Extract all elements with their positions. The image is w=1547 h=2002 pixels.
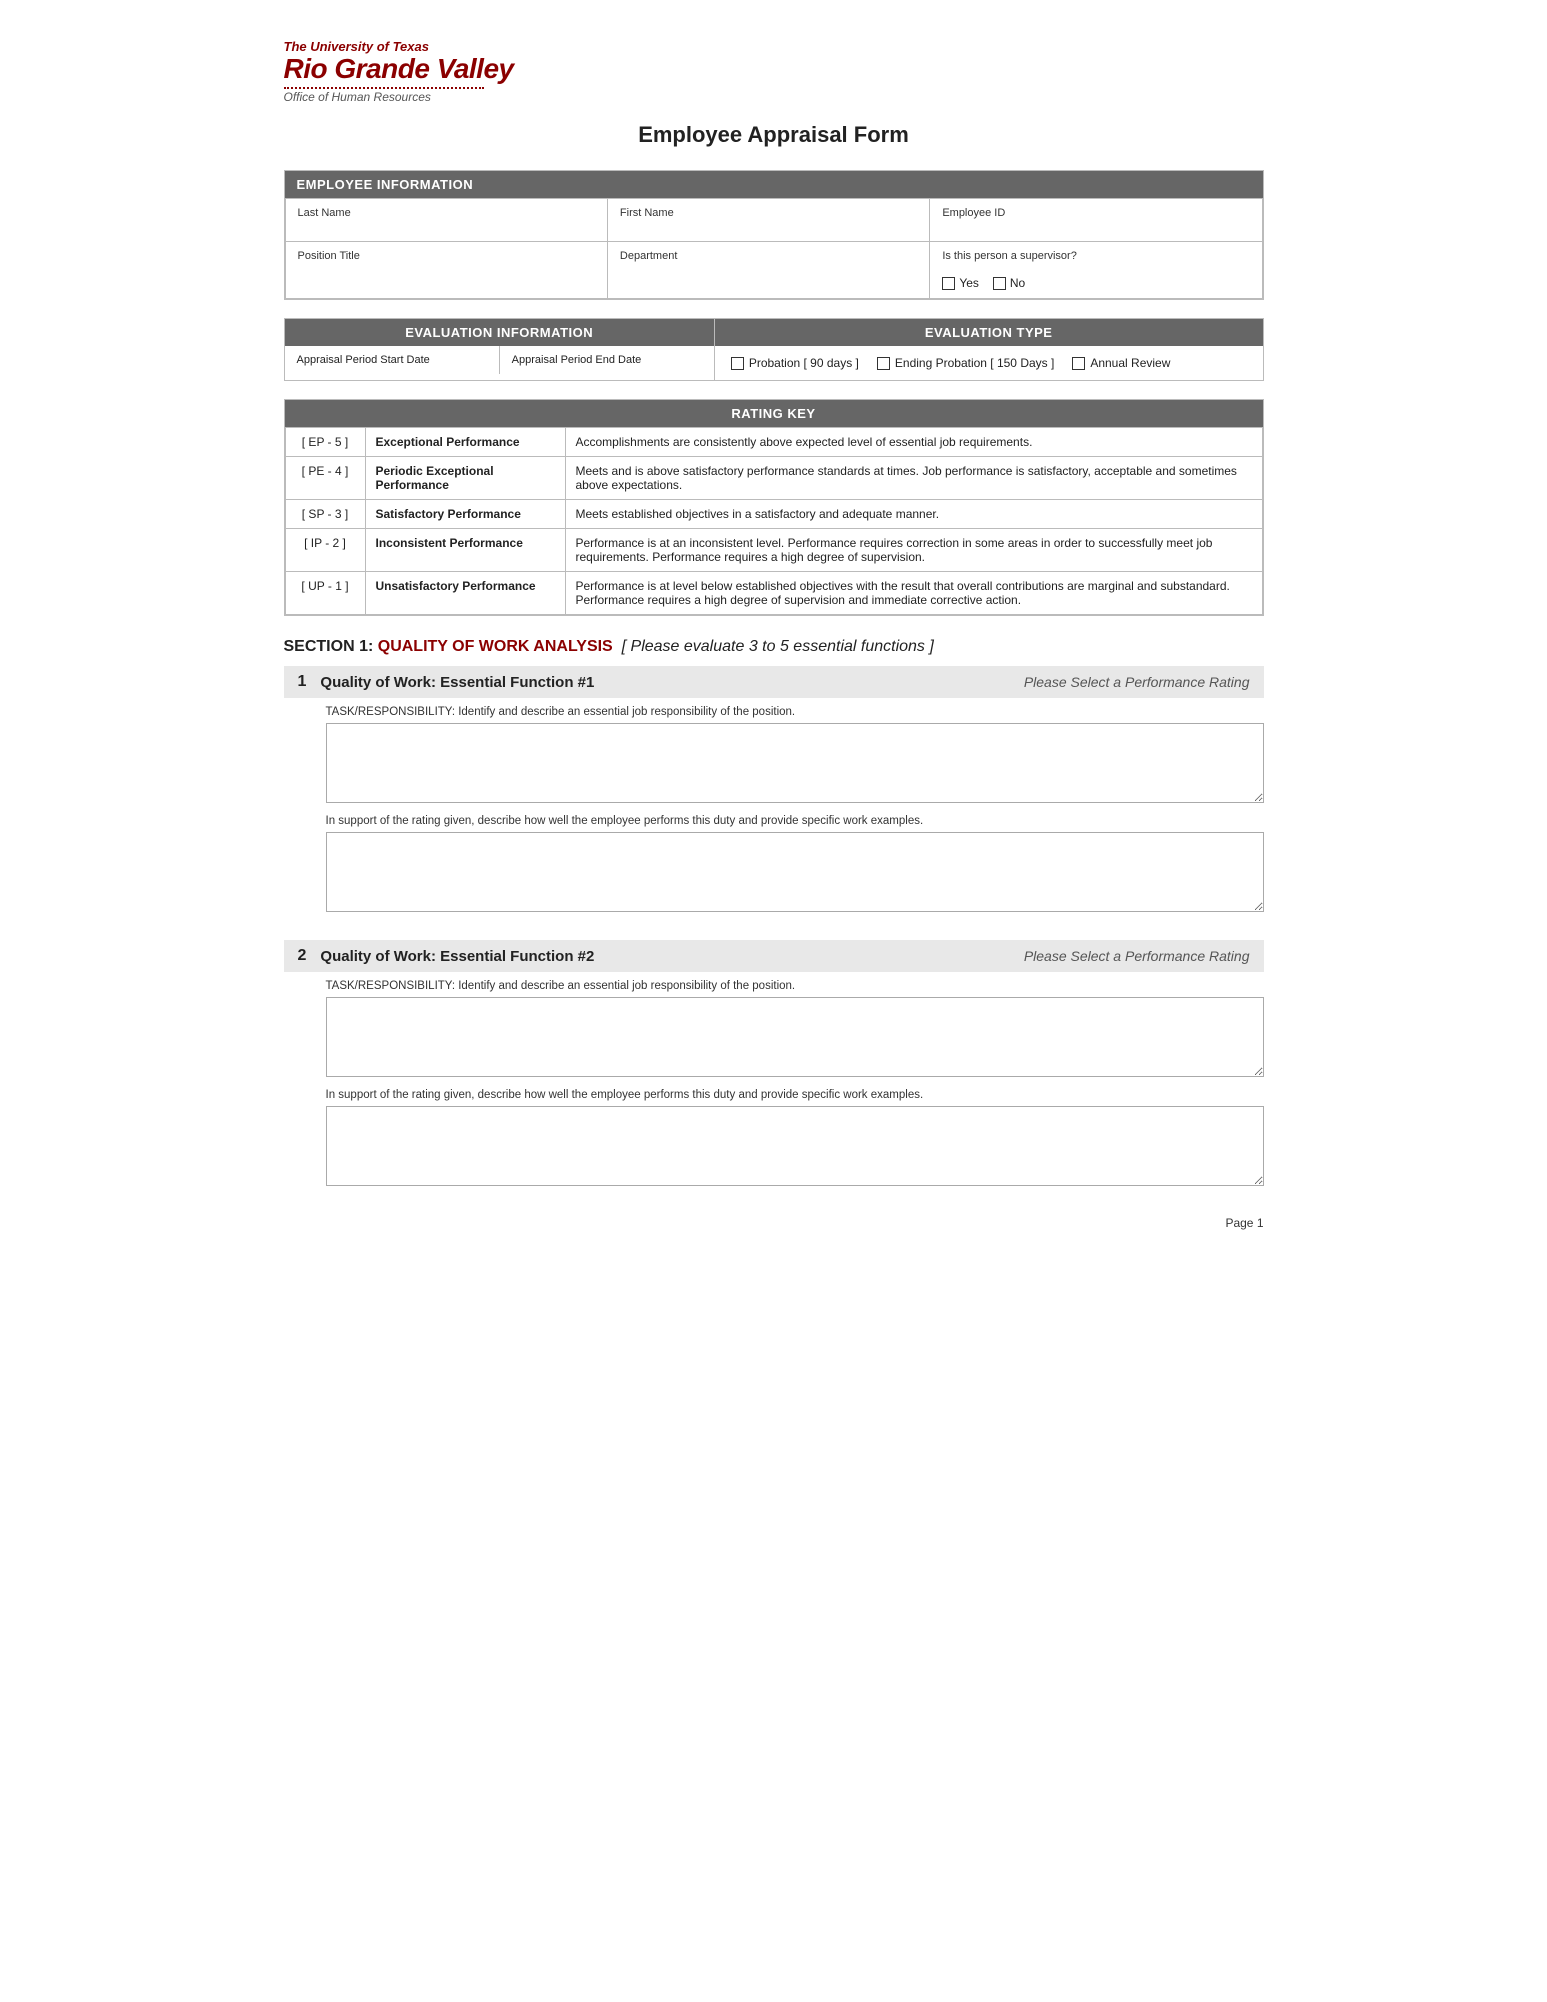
probation-checkbox[interactable] xyxy=(731,357,744,370)
eval-type-probation[interactable]: Probation [ 90 days ] xyxy=(731,356,859,370)
task-label-2: TASK/RESPONSIBILITY: Identify and descri… xyxy=(326,980,1264,992)
function-block-1: 1 Quality of Work: Essential Function #1… xyxy=(284,666,1264,912)
no-label: No xyxy=(1010,276,1025,290)
rating-description: Meets and is above satisfactory performa… xyxy=(565,457,1262,500)
appraisal-start-cell: Appraisal Period Start Date xyxy=(285,346,500,374)
appraisal-end-label: Appraisal Period End Date xyxy=(512,354,642,366)
function-title-group: 1 Quality of Work: Essential Function #1 xyxy=(298,673,595,691)
eval-type-body: Probation [ 90 days ] Ending Probation [… xyxy=(715,346,1263,380)
employee-id-cell: Employee ID xyxy=(930,199,1262,242)
function-block-2: 2 Quality of Work: Essential Function #2… xyxy=(284,940,1264,1186)
eval-type-annual[interactable]: Annual Review xyxy=(1072,356,1170,370)
rating-row: [ EP - 5 ] Exceptional Performance Accom… xyxy=(285,428,1262,457)
section1-number: SECTION 1 xyxy=(284,638,368,655)
function-header-2: 2 Quality of Work: Essential Function #2… xyxy=(284,940,1264,972)
eval-type-header: EVALUATION TYPE xyxy=(715,319,1263,346)
page-title: Employee Appraisal Form xyxy=(284,122,1264,148)
rating-name: Unsatisfactory Performance xyxy=(365,572,565,615)
rating-code: [ PE - 4 ] xyxy=(285,457,365,500)
rating-description: Meets established objectives in a satisf… xyxy=(565,500,1262,529)
logo-divider xyxy=(284,87,484,89)
supervisor-checkboxes: Yes No xyxy=(942,276,1249,290)
evaluation-section: EVALUATION INFORMATION Appraisal Period … xyxy=(284,318,1264,381)
function-number-2: 2 xyxy=(298,947,307,965)
annual-review-checkbox[interactable] xyxy=(1072,357,1085,370)
employee-info-row1: Last Name First Name Employee ID xyxy=(285,199,1262,242)
function-rating-placeholder-1[interactable]: Please Select a Performance Rating xyxy=(1024,674,1250,690)
support-label-2: In support of the rating given, describe… xyxy=(326,1089,1264,1101)
rating-code: [ UP - 1 ] xyxy=(285,572,365,615)
employee-id-label: Employee ID xyxy=(942,207,1249,219)
rating-row: [ UP - 1 ] Unsatisfactory Performance Pe… xyxy=(285,572,1262,615)
department-cell: Department xyxy=(607,242,929,299)
function-title-1: Quality of Work: Essential Function #1 xyxy=(320,674,594,691)
function-number-1: 1 xyxy=(298,673,307,691)
section1-instruction: [ Please evaluate 3 to 5 essential funct… xyxy=(622,638,934,655)
evaluation-info-left: EVALUATION INFORMATION Appraisal Period … xyxy=(285,319,715,380)
logo: The University of Texas Rio Grande Valle… xyxy=(284,40,1264,104)
ending-probation-checkbox[interactable] xyxy=(877,357,890,370)
page-number: Page 1 xyxy=(284,1216,1264,1230)
logo-line2: Rio Grande Valley xyxy=(284,54,1264,85)
rating-name: Inconsistent Performance xyxy=(365,529,565,572)
appraisal-start-label: Appraisal Period Start Date xyxy=(297,354,430,366)
position-title-cell: Position Title xyxy=(285,242,607,299)
eval-type-ending-probation[interactable]: Ending Probation [ 150 Days ] xyxy=(877,356,1054,370)
support-textarea-2[interactable] xyxy=(326,1106,1264,1186)
logo-area: The University of Texas Rio Grande Valle… xyxy=(284,40,1264,104)
rating-description: Performance is at an inconsistent level.… xyxy=(565,529,1262,572)
employee-info-section: EMPLOYEE INFORMATION Last Name First Nam… xyxy=(284,170,1264,300)
section1-heading: SECTION 1: QUALITY OF WORK ANALYSIS [ Pl… xyxy=(284,638,1264,656)
no-checkbox-item[interactable]: No xyxy=(993,276,1025,290)
function-title-2: Quality of Work: Essential Function #2 xyxy=(320,948,594,965)
ending-probation-label: Ending Probation [ 150 Days ] xyxy=(895,356,1054,370)
department-label: Department xyxy=(620,250,917,262)
employee-info-table: Last Name First Name Employee ID Positio… xyxy=(285,198,1263,299)
rating-code: [ IP - 2 ] xyxy=(285,529,365,572)
rating-key-table: [ EP - 5 ] Exceptional Performance Accom… xyxy=(285,427,1263,615)
last-name-label: Last Name xyxy=(298,207,595,219)
employee-info-row2: Position Title Department Is this person… xyxy=(285,242,1262,299)
first-name-cell: First Name xyxy=(607,199,929,242)
rating-row: [ IP - 2 ] Inconsistent Performance Perf… xyxy=(285,529,1262,572)
rating-code: [ SP - 3 ] xyxy=(285,500,365,529)
rating-name: Satisfactory Performance xyxy=(365,500,565,529)
rating-row: [ PE - 4 ] Periodic Exceptional Performa… xyxy=(285,457,1262,500)
rating-description: Performance is at level below establishe… xyxy=(565,572,1262,615)
support-label-1: In support of the rating given, describe… xyxy=(326,815,1264,827)
probation-label: Probation [ 90 days ] xyxy=(749,356,859,370)
yes-label: Yes xyxy=(959,276,979,290)
logo-line3: Office of Human Resources xyxy=(284,91,1264,104)
rating-row: [ SP - 3 ] Satisfactory Performance Meet… xyxy=(285,500,1262,529)
function-rating-placeholder-2[interactable]: Please Select a Performance Rating xyxy=(1024,948,1250,964)
employee-info-header: EMPLOYEE INFORMATION xyxy=(285,171,1263,198)
first-name-label: First Name xyxy=(620,207,917,219)
rating-name: Periodic Exceptional Performance xyxy=(365,457,565,500)
task-textarea-2[interactable] xyxy=(326,997,1264,1077)
last-name-cell: Last Name xyxy=(285,199,607,242)
rating-key-header: RATING KEY xyxy=(285,400,1263,427)
no-checkbox[interactable] xyxy=(993,277,1006,290)
rating-code: [ EP - 5 ] xyxy=(285,428,365,457)
task-label-1: TASK/RESPONSIBILITY: Identify and descri… xyxy=(326,706,1264,718)
rating-key-section: RATING KEY [ EP - 5 ] Exceptional Perfor… xyxy=(284,399,1264,616)
function-header-1: 1 Quality of Work: Essential Function #1… xyxy=(284,666,1264,698)
section1-title: QUALITY OF WORK ANALYSIS xyxy=(378,638,613,655)
position-title-label: Position Title xyxy=(298,250,595,262)
evaluation-type-right: EVALUATION TYPE Probation [ 90 days ] En… xyxy=(715,319,1263,380)
rating-name: Exceptional Performance xyxy=(365,428,565,457)
annual-review-label: Annual Review xyxy=(1090,356,1170,370)
rating-description: Accomplishments are consistently above e… xyxy=(565,428,1262,457)
supervisor-cell: Is this person a supervisor? Yes No xyxy=(930,242,1262,299)
logo-line1: The University of Texas xyxy=(284,40,1264,54)
eval-dates-body: Appraisal Period Start Date Appraisal Pe… xyxy=(285,346,714,374)
supervisor-label: Is this person a supervisor? xyxy=(942,250,1249,262)
yes-checkbox[interactable] xyxy=(942,277,955,290)
yes-checkbox-item[interactable]: Yes xyxy=(942,276,979,290)
function-title-group: 2 Quality of Work: Essential Function #2 xyxy=(298,947,595,965)
support-textarea-1[interactable] xyxy=(326,832,1264,912)
appraisal-end-cell: Appraisal Period End Date xyxy=(500,346,714,374)
eval-info-header: EVALUATION INFORMATION xyxy=(285,319,714,346)
task-textarea-1[interactable] xyxy=(326,723,1264,803)
